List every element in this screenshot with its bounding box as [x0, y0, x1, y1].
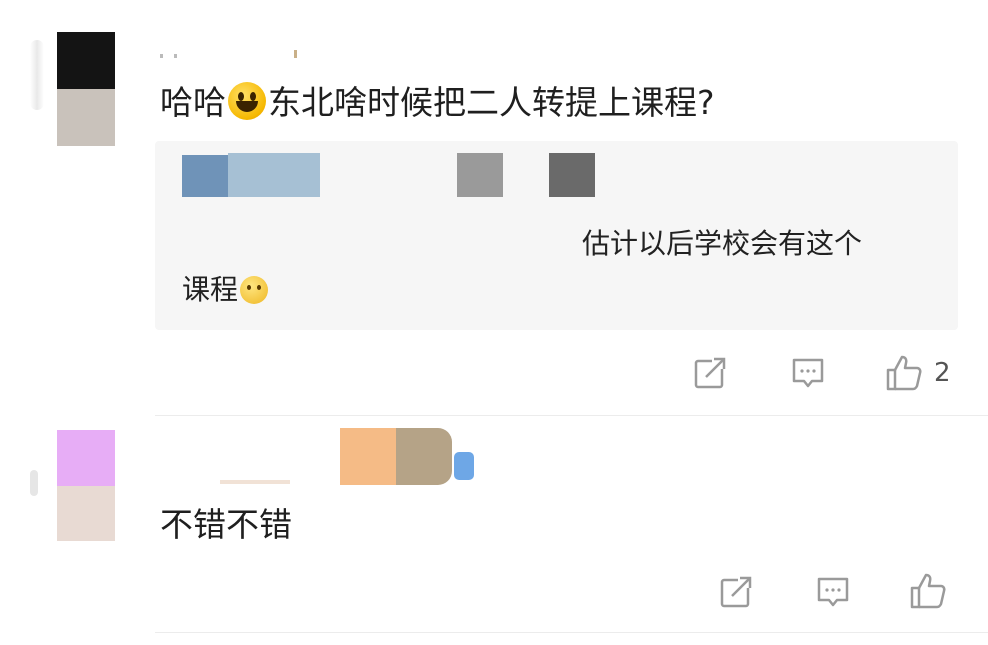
level-badge — [454, 452, 474, 480]
share-button[interactable] — [692, 355, 728, 395]
avatar-edge — [30, 40, 44, 110]
thumbs-up-icon — [910, 573, 946, 609]
divider — [155, 632, 988, 633]
avatar-edge — [30, 470, 38, 496]
quote-text-line2: 课程 — [182, 273, 269, 307]
thumbs-up-icon — [886, 355, 922, 391]
reply-button[interactable] — [790, 355, 826, 395]
avatar[interactable] — [57, 430, 115, 541]
reply-button[interactable] — [815, 574, 851, 614]
username[interactable] — [160, 46, 300, 62]
quote-author-blur — [228, 153, 320, 197]
quote-author-blur — [549, 153, 595, 197]
share-button[interactable] — [718, 574, 754, 614]
like-button[interactable] — [908, 571, 948, 615]
comment-icon — [817, 577, 849, 607]
avatar[interactable] — [57, 32, 115, 146]
comment-text-part: 东北啥时候把二人转提上课程? — [268, 83, 715, 122]
comment-text-part: 哈哈 — [160, 83, 226, 122]
comment-icon — [792, 358, 824, 388]
username[interactable] — [160, 428, 490, 488]
quote-author-blur — [182, 155, 228, 197]
quote-text-line1: 估计以后学校会有这个 — [582, 227, 863, 260]
grinning-face-emoji — [228, 82, 266, 120]
divider — [155, 415, 988, 416]
like-button[interactable]: 2 — [884, 353, 951, 393]
quote-text-part: 课程 — [182, 273, 239, 306]
share-icon — [720, 576, 752, 608]
comment-text: 哈哈 东北啥时候把二人转提上课程? — [160, 82, 715, 123]
quoted-reply[interactable]: 估计以后学校会有这个 课程 — [155, 141, 958, 330]
like-count: 2 — [934, 358, 951, 388]
share-icon — [694, 357, 726, 389]
comment-text: 不错不错 — [160, 505, 292, 544]
thinking-face-emoji — [240, 276, 269, 304]
quote-author-blur — [457, 153, 503, 197]
